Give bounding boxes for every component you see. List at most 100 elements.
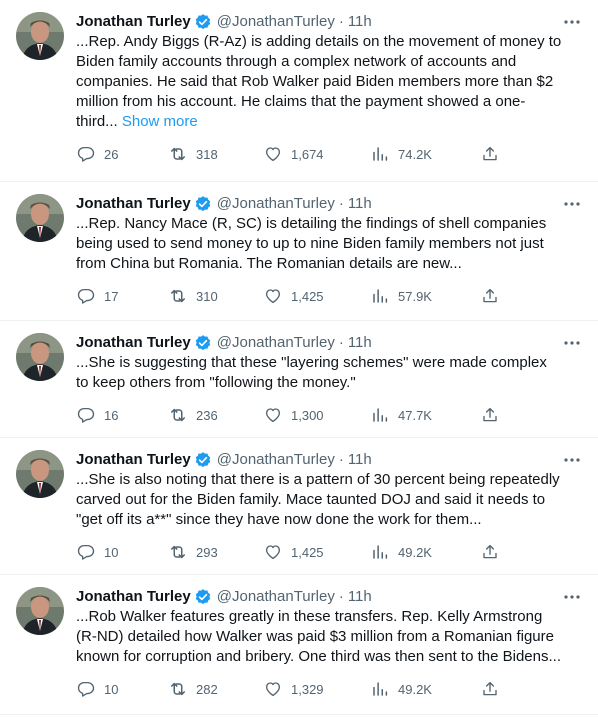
reply-button[interactable]: 10 <box>76 679 168 699</box>
tweet-text: ...She is also noting that there is a pa… <box>76 470 582 530</box>
show-more-link[interactable]: Show more <box>122 113 198 130</box>
tweet[interactable]: Jonathan Turley @JonathanTurley · 11h ..… <box>0 575 598 715</box>
retweet-button[interactable]: 310 <box>168 286 263 306</box>
share-button[interactable] <box>480 405 500 425</box>
share-button[interactable] <box>480 286 500 306</box>
tweet-body: ...She is suggesting that these "layerin… <box>76 354 547 391</box>
share-button[interactable] <box>480 144 500 164</box>
author-name[interactable]: Jonathan Turley <box>76 194 191 214</box>
more-icon[interactable] <box>562 450 582 470</box>
retweet-button[interactable]: 282 <box>168 679 263 699</box>
retweet-icon <box>168 679 188 699</box>
retweet-button[interactable]: 318 <box>168 144 263 164</box>
more-icon[interactable] <box>562 333 582 353</box>
views-button[interactable]: 49.2K <box>370 679 480 699</box>
timestamp[interactable]: 11h <box>348 450 372 470</box>
more-icon[interactable] <box>562 194 582 214</box>
author-name[interactable]: Jonathan Turley <box>76 333 191 353</box>
avatar[interactable] <box>16 587 64 635</box>
timestamp[interactable]: 11h <box>348 194 372 214</box>
action-bar: 17 310 1,425 57.9K <box>76 286 582 306</box>
verified-badge-icon <box>194 195 212 213</box>
share-icon <box>480 405 500 425</box>
reply-icon <box>76 542 96 562</box>
verified-badge-icon <box>194 451 212 469</box>
tweet[interactable]: Jonathan Turley @JonathanTurley · 11h ..… <box>0 321 598 438</box>
reply-icon <box>76 679 96 699</box>
share-button[interactable] <box>480 542 500 562</box>
timestamp[interactable]: 11h <box>348 333 372 353</box>
reply-icon <box>76 286 96 306</box>
retweet-count: 293 <box>196 544 218 560</box>
views-icon <box>370 405 390 425</box>
timestamp[interactable]: 11h <box>348 587 372 607</box>
verified-badge-icon <box>194 334 212 352</box>
author-name[interactable]: Jonathan Turley <box>76 12 191 32</box>
share-icon <box>480 679 500 699</box>
views-icon <box>370 286 390 306</box>
retweet-icon <box>168 144 188 164</box>
like-icon <box>263 405 283 425</box>
like-button[interactable]: 1,425 <box>263 286 370 306</box>
like-icon <box>263 286 283 306</box>
reply-button[interactable]: 10 <box>76 542 168 562</box>
like-icon <box>263 542 283 562</box>
views-button[interactable]: 47.7K <box>370 405 480 425</box>
avatar[interactable] <box>16 450 64 498</box>
reply-count: 16 <box>104 407 119 423</box>
reply-button[interactable]: 26 <box>76 144 168 164</box>
tweet[interactable]: Jonathan Turley @JonathanTurley · 11h ..… <box>0 438 598 575</box>
more-icon[interactable] <box>562 587 582 607</box>
share-icon <box>480 286 500 306</box>
like-count: 1,674 <box>291 146 324 162</box>
author-name[interactable]: Jonathan Turley <box>76 450 191 470</box>
author-handle[interactable]: @JonathanTurley <box>217 333 335 353</box>
tweet-header: Jonathan Turley @JonathanTurley · 11h <box>76 12 582 32</box>
verified-badge-icon <box>194 588 212 606</box>
like-count: 1,425 <box>291 544 324 560</box>
tweet-body: ...She is also noting that there is a pa… <box>76 471 560 528</box>
timestamp[interactable]: 11h <box>348 12 372 32</box>
views-icon <box>370 679 390 699</box>
separator-dot: · <box>338 451 344 468</box>
tweet-header: Jonathan Turley @JonathanTurley · 11h <box>76 194 582 214</box>
tweet[interactable]: Jonathan Turley @JonathanTurley · 11h ..… <box>0 182 598 321</box>
views-button[interactable]: 49.2K <box>370 542 480 562</box>
action-bar: 16 236 1,300 47.7K <box>76 405 582 425</box>
retweet-icon <box>168 286 188 306</box>
author-handle[interactable]: @JonathanTurley <box>217 194 335 214</box>
avatar[interactable] <box>16 12 64 60</box>
tweet-feed: Jonathan Turley @JonathanTurley · 11h ..… <box>0 0 598 715</box>
views-count: 74.2K <box>398 146 432 162</box>
retweet-button[interactable]: 293 <box>168 542 263 562</box>
reply-count: 26 <box>104 146 119 162</box>
like-button[interactable]: 1,425 <box>263 542 370 562</box>
views-icon <box>370 542 390 562</box>
like-icon <box>263 679 283 699</box>
views-button[interactable]: 74.2K <box>370 144 480 164</box>
reply-icon <box>76 144 96 164</box>
author-handle[interactable]: @JonathanTurley <box>217 587 335 607</box>
retweet-button[interactable]: 236 <box>168 405 263 425</box>
views-button[interactable]: 57.9K <box>370 286 480 306</box>
views-count: 49.2K <box>398 544 432 560</box>
reply-button[interactable]: 17 <box>76 286 168 306</box>
tweet[interactable]: Jonathan Turley @JonathanTurley · 11h ..… <box>0 0 598 182</box>
like-button[interactable]: 1,329 <box>263 679 370 699</box>
like-button[interactable]: 1,674 <box>263 144 370 164</box>
tweet-text: ...Rep. Andy Biggs (R-Az) is adding deta… <box>76 32 582 132</box>
reply-button[interactable]: 16 <box>76 405 168 425</box>
share-button[interactable] <box>480 679 500 699</box>
tweet-header: Jonathan Turley @JonathanTurley · 11h <box>76 450 582 470</box>
retweet-icon <box>168 405 188 425</box>
author-handle[interactable]: @JonathanTurley <box>217 450 335 470</box>
author-name[interactable]: Jonathan Turley <box>76 587 191 607</box>
views-icon <box>370 144 390 164</box>
author-handle[interactable]: @JonathanTurley <box>217 12 335 32</box>
tweet-text: ...Rep. Nancy Mace (R, SC) is detailing … <box>76 214 582 274</box>
more-icon[interactable] <box>562 12 582 32</box>
avatar[interactable] <box>16 194 64 242</box>
retweet-icon <box>168 542 188 562</box>
like-button[interactable]: 1,300 <box>263 405 370 425</box>
avatar[interactable] <box>16 333 64 381</box>
